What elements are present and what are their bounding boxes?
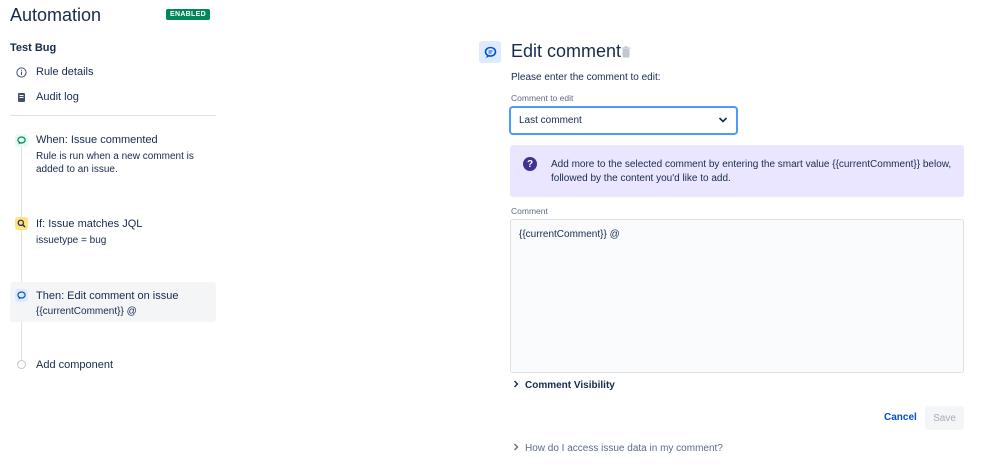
comment-visibility-toggle[interactable]: Comment Visibility bbox=[513, 380, 615, 391]
rule-name: Test Bug bbox=[10, 42, 57, 54]
step-title: If: Issue matches JQL bbox=[36, 218, 143, 230]
comment-icon bbox=[15, 289, 28, 302]
divider bbox=[10, 115, 216, 116]
comment-to-edit-label: Comment to edit bbox=[511, 93, 574, 103]
app-title: Automation bbox=[10, 5, 102, 25]
add-component-dot bbox=[17, 360, 26, 369]
step-action[interactable]: Then: Edit comment on issue {{currentCom… bbox=[10, 282, 216, 322]
chevron-right-icon bbox=[513, 380, 519, 391]
document-icon bbox=[16, 92, 27, 103]
info-icon bbox=[16, 66, 27, 78]
instruction-text: Please enter the comment to edit: bbox=[511, 72, 661, 83]
trash-icon[interactable] bbox=[621, 46, 631, 58]
help-link[interactable]: How do I access issue data in my comment… bbox=[513, 443, 723, 454]
help-link-label: How do I access issue data in my comment… bbox=[525, 443, 723, 454]
add-component-link[interactable]: Add component bbox=[36, 359, 113, 371]
step-description: Rule is run when a new comment is added … bbox=[36, 151, 194, 175]
cancel-button[interactable]: Cancel bbox=[880, 410, 921, 425]
info-text: Add more to the selected comment by ente… bbox=[551, 159, 952, 184]
step-trigger[interactable]: When: Issue commented Rule is run when a… bbox=[10, 128, 216, 180]
comment-value: {{currentComment}} @ bbox=[519, 229, 620, 240]
comment-textarea[interactable]: {{currentComment}} @ bbox=[510, 219, 964, 373]
comment-visibility-label: Comment Visibility bbox=[525, 380, 615, 391]
step-description: {{currentComment}} @ bbox=[36, 306, 137, 317]
chevron-right-icon bbox=[513, 443, 519, 454]
search-icon bbox=[15, 217, 28, 230]
nav-item-rule-details[interactable]: Rule details bbox=[16, 64, 93, 80]
step-title: When: Issue commented bbox=[36, 134, 158, 146]
info-panel: ? Add more to the selected comment by en… bbox=[510, 145, 964, 197]
comment-icon bbox=[15, 134, 28, 147]
comment-label: Comment bbox=[511, 206, 548, 216]
select-value: Last comment bbox=[519, 115, 582, 126]
step-description: issuetype = bug bbox=[36, 235, 107, 246]
chevron-down-icon bbox=[718, 116, 728, 127]
nav-item-label: Rule details bbox=[36, 66, 94, 78]
save-button[interactable]: Save bbox=[925, 406, 964, 430]
nav-item-audit-log[interactable]: Audit log bbox=[16, 89, 79, 105]
step-title: Then: Edit comment on issue bbox=[36, 290, 179, 302]
status-badge: ENABLED bbox=[166, 9, 210, 20]
nav-item-label: Audit log bbox=[36, 91, 79, 103]
question-icon: ? bbox=[523, 157, 537, 171]
panel-title: Edit comment bbox=[511, 41, 622, 61]
comment-to-edit-select[interactable]: Last comment bbox=[510, 107, 737, 134]
step-condition[interactable]: If: Issue matches JQL issuetype = bug bbox=[10, 212, 216, 252]
comment-icon bbox=[479, 41, 501, 63]
